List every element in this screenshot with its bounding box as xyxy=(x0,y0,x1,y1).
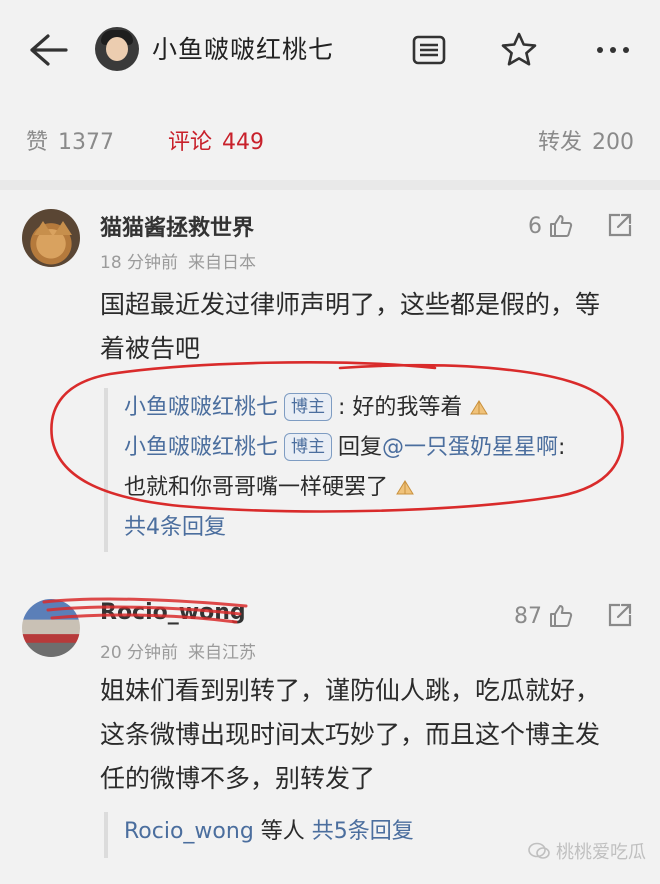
share-icon[interactable] xyxy=(606,211,634,239)
commenter-name[interactable]: Rocio_wong xyxy=(100,600,246,625)
comment-text: 姐妹们看到别转了，谨防仙人跳，吃瓜就好， 这条微博出现时间太巧妙了，而且这个博主… xyxy=(100,669,640,801)
reply-mention-link[interactable]: @一只蛋奶星星啊 xyxy=(382,435,558,460)
reply-thread[interactable]: 小鱼啵啵红桃七 博主: 好的我等着 小鱼啵啵红桃七 博主 回复@一只蛋奶星星啊: 也就… xyxy=(104,388,634,552)
section-divider xyxy=(0,180,660,190)
comment-text: 国超最近发过律师声明了，这些都是假的，等 着被告吧 xyxy=(100,283,640,371)
view-all-replies-link[interactable]: 共5条回复 xyxy=(312,819,414,844)
comment-like-count: 6 xyxy=(528,213,542,239)
more-options-icon[interactable] xyxy=(593,30,633,70)
share-icon[interactable] xyxy=(606,601,634,629)
author-avatar[interactable] xyxy=(95,27,139,71)
back-arrow-icon[interactable] xyxy=(26,30,72,70)
commenter-name[interactable]: 猫猫酱拯救世界 xyxy=(100,210,254,242)
pray-hands-icon xyxy=(396,480,414,495)
comment-meta: 20 分钟前 来自江苏 xyxy=(100,638,256,663)
reply-text: : xyxy=(558,435,566,460)
reply-summary-author[interactable]: Rocio_wong xyxy=(124,819,254,844)
tab-reposts[interactable]: 转发 200 xyxy=(538,124,634,156)
reposts-count: 200 xyxy=(592,130,634,155)
comment-text-line: 着被告吧 xyxy=(100,334,201,363)
reply-word: 回复 xyxy=(338,435,383,460)
thumbs-up-icon xyxy=(550,605,573,627)
reposts-label: 转发 xyxy=(537,130,582,155)
reply-item: 小鱼啵啵红桃七 博主: 好的我等着 xyxy=(124,388,634,428)
likes-count: 1377 xyxy=(58,130,115,155)
pray-hands-icon xyxy=(470,400,489,415)
comment-source: 来自日本 xyxy=(188,253,257,273)
reply-item-continuation: 也就和你哥哥嘴一样硬罢了 xyxy=(124,468,634,508)
tab-comments[interactable]: 评论 449 xyxy=(168,124,264,156)
comments-label: 评论 xyxy=(168,130,213,155)
author-badge: 博主 xyxy=(284,393,333,421)
reply-author[interactable]: 小鱼啵啵红桃七 xyxy=(124,435,278,460)
comment-text-line: 任的微博不多，别转发了 xyxy=(100,764,376,793)
stats-bar: 赞 1377 评论 449 转发 200 xyxy=(0,110,660,170)
reply-author[interactable]: 小鱼啵啵红桃七 xyxy=(124,395,278,420)
comments-count: 449 xyxy=(222,130,265,155)
document-menu-icon[interactable] xyxy=(409,30,449,70)
comment-meta: 18 分钟前 来自日本 xyxy=(100,248,256,273)
likes-label: 赞 xyxy=(26,130,49,155)
comment-like-count: 87 xyxy=(514,603,542,629)
comment-source: 来自江苏 xyxy=(188,643,257,663)
watermark-text: 桃桃爱吃瓜 xyxy=(556,842,646,863)
commenter-avatar[interactable] xyxy=(22,209,80,267)
comment-text-line: 国超最近发过律师声明了，这些都是假的，等 xyxy=(100,290,601,319)
watermark: 桃桃爱吃瓜 xyxy=(528,838,646,864)
page-title[interactable]: 小鱼啵啵红桃七 xyxy=(152,30,334,66)
comment-like-button[interactable]: 87 xyxy=(514,603,574,629)
author-badge: 博主 xyxy=(284,433,333,461)
comment-time: 18 分钟前 xyxy=(100,253,179,273)
tab-likes[interactable]: 赞 1377 xyxy=(26,124,114,156)
reply-summary-text: 等人 xyxy=(253,819,312,844)
comment-text-line: 这条微博出现时间太巧妙了，而且这个博主发 xyxy=(100,720,601,749)
view-all-replies-link[interactable]: 共4条回复 xyxy=(124,508,634,548)
comment-like-button[interactable]: 6 xyxy=(528,213,574,239)
comment-time: 20 分钟前 xyxy=(100,643,179,663)
commenter-avatar[interactable] xyxy=(22,599,80,657)
reply-text: : 好的我等着 xyxy=(338,395,463,420)
comment-text-line: 姐妹们看到别转了，谨防仙人跳，吃瓜就好， xyxy=(100,676,601,705)
reply-item: 小鱼啵啵红桃七 博主 回复@一只蛋奶星星啊: xyxy=(124,428,634,468)
reply-text: 也就和你哥哥嘴一样硬罢了 xyxy=(124,475,389,500)
chat-bubble-icon xyxy=(528,842,550,859)
top-bar: 小鱼啵啵红桃七 xyxy=(0,0,660,100)
thumbs-up-icon xyxy=(550,215,573,237)
star-icon[interactable] xyxy=(499,30,539,70)
